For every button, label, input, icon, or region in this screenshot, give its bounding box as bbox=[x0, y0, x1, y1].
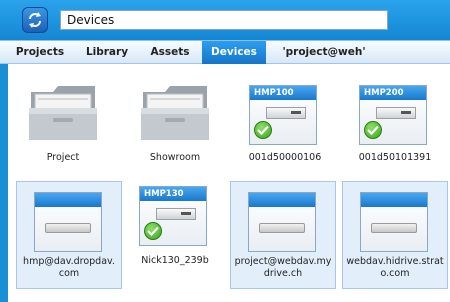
location-text: Devices bbox=[67, 13, 115, 27]
player-box bbox=[376, 107, 416, 119]
folder-project[interactable]: Project bbox=[10, 68, 116, 176]
drive-icon bbox=[360, 192, 428, 252]
tab-projects[interactable]: Projects bbox=[14, 41, 66, 64]
item-label: 001d50101391 bbox=[358, 152, 432, 163]
drive-header bbox=[35, 193, 101, 207]
folder-icon bbox=[29, 86, 97, 140]
player-box bbox=[266, 107, 306, 119]
drive-icon bbox=[34, 192, 102, 252]
folder-showroom[interactable]: Showroom bbox=[122, 68, 228, 176]
drive-icon bbox=[248, 192, 316, 252]
item-label: Project bbox=[46, 152, 80, 163]
drive-hidrive[interactable]: webdav.hidrive.strat o.com bbox=[342, 181, 448, 289]
tab-assets[interactable]: Assets bbox=[146, 41, 194, 64]
tab-bar: Projects Library Assets Devices 'project… bbox=[0, 40, 450, 64]
device-badge: HMP100 bbox=[250, 86, 316, 100]
hard-drive-shape bbox=[371, 223, 417, 233]
top-bar: Devices bbox=[0, 0, 450, 40]
refresh-button[interactable] bbox=[22, 7, 48, 33]
device-icon: HMP200 bbox=[359, 85, 427, 145]
folder-icon bbox=[141, 86, 209, 140]
item-label: project@webdav.my drive.ch bbox=[234, 256, 332, 279]
device-hmp100[interactable]: HMP100 001d50000106 bbox=[232, 68, 338, 176]
hard-drive-shape bbox=[259, 223, 305, 233]
drive-header bbox=[249, 193, 315, 207]
device-badge: HMP130 bbox=[140, 187, 206, 201]
tab-project-weh[interactable]: 'project@weh' bbox=[276, 41, 372, 64]
drive-header bbox=[361, 193, 427, 207]
check-icon bbox=[364, 121, 382, 139]
device-hmp130[interactable]: HMP130 Nick130_239b bbox=[122, 181, 228, 289]
device-hmp200[interactable]: HMP200 001d50101391 bbox=[342, 68, 448, 176]
location-field[interactable]: Devices bbox=[60, 10, 388, 30]
item-label: 001d50000106 bbox=[248, 152, 322, 163]
item-label: Showroom bbox=[149, 152, 201, 163]
refresh-icon bbox=[29, 12, 41, 28]
device-badge: HMP200 bbox=[360, 86, 426, 100]
check-icon bbox=[144, 222, 162, 240]
tab-library[interactable]: Library bbox=[82, 41, 132, 64]
drive-dropdav[interactable]: hmp@dav.dropdav. com bbox=[16, 181, 122, 289]
tab-devices[interactable]: Devices bbox=[202, 41, 266, 64]
item-label: Nick130_239b bbox=[141, 255, 209, 266]
item-label: hmp@dav.dropdav. com bbox=[23, 256, 115, 279]
devices-grid: Project Showroom HMP100 001d50000106 HMP… bbox=[8, 64, 450, 302]
player-box bbox=[156, 208, 196, 220]
item-label: webdav.hidrive.strat o.com bbox=[346, 256, 444, 279]
drive-mydrive[interactable]: project@webdav.my drive.ch bbox=[230, 181, 336, 289]
hard-drive-shape bbox=[45, 223, 91, 233]
device-icon: HMP100 bbox=[249, 85, 317, 145]
device-icon: HMP130 bbox=[139, 186, 207, 246]
check-icon bbox=[254, 121, 272, 139]
